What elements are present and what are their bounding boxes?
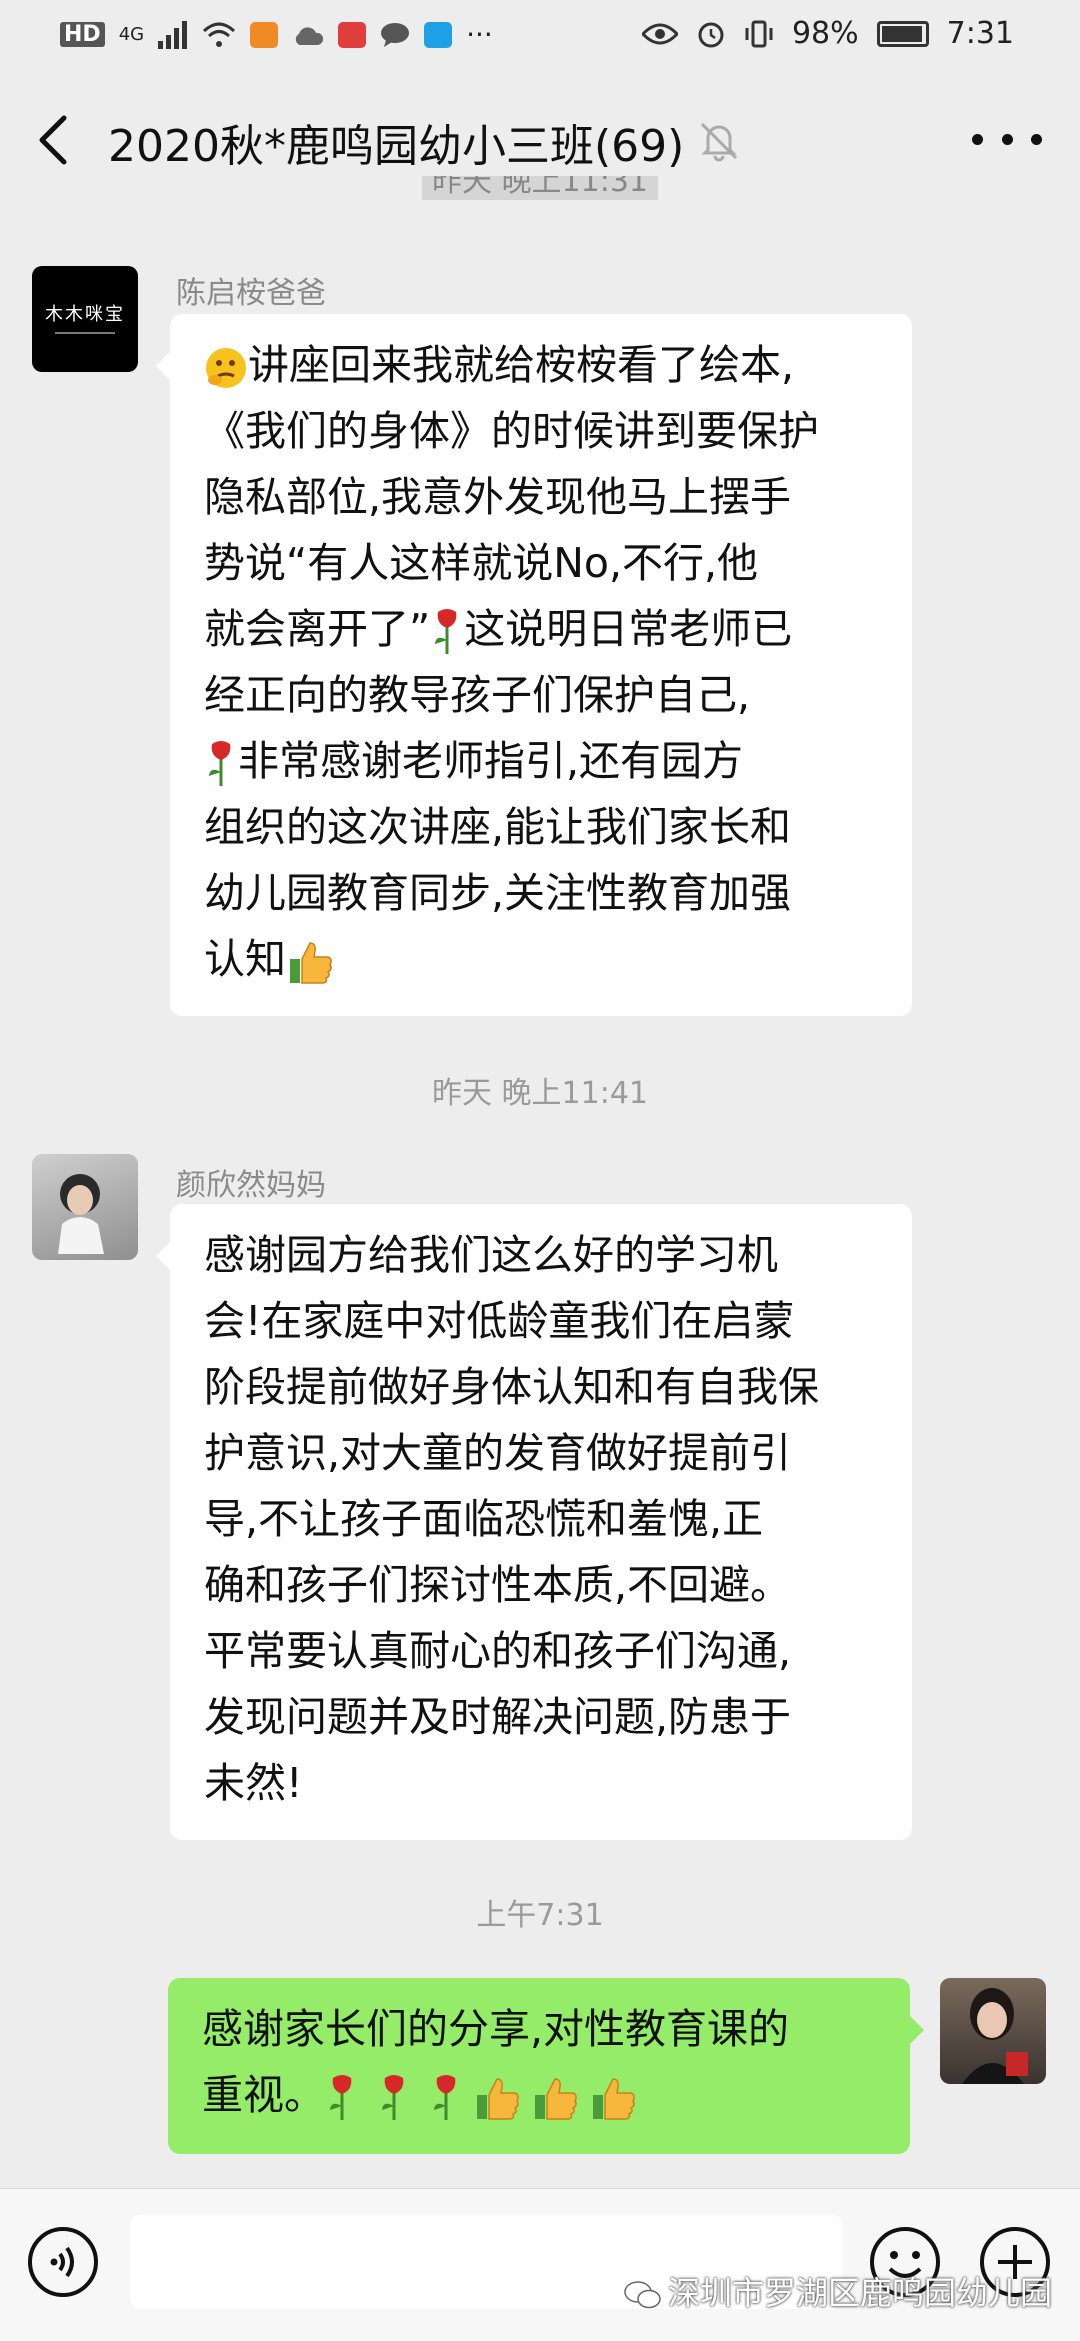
back-arrow-icon[interactable]	[30, 110, 80, 170]
message-line: 平常要认真耐心的和孩子们沟通,	[204, 1627, 792, 1675]
message-line: 导,不让孩子面临恐慌和羞愧,正	[204, 1495, 764, 1543]
hd-indicator: HD	[60, 22, 105, 47]
child-photo-icon	[58, 1174, 104, 1254]
rose-emoji-icon	[435, 609, 457, 654]
cloud-icon	[295, 26, 324, 45]
message-line: 讲座回来我就给桉桉看了绘本,	[204, 332, 884, 398]
message-bubble[interactable]: 讲座回来我就给桉桉看了绘本, 《我们的身体》的时候讲到要保护 隐私部位,我意外发…	[156, 314, 912, 1016]
timestamp: 上午7:31	[476, 1898, 604, 1933]
watermark: 深圳市罗湖区鹿鸣园幼儿园	[624, 2268, 1052, 2314]
message-line: 经正向的教导孩子们保护自己,	[204, 671, 751, 719]
book-app-icon	[338, 21, 367, 48]
status-right: 98% 7:31	[641, 16, 1014, 51]
avatar-logo-text: 木木咪宝	[45, 304, 125, 325]
status-left: HD 4G ···	[60, 18, 493, 51]
rose-emoji-icon	[434, 2075, 456, 2120]
vibrate-icon	[745, 20, 773, 47]
more-notifications-icon: ···	[466, 18, 493, 51]
message-line: 未然!	[204, 1759, 303, 1807]
chat-title: 2020秋*鹿鸣园幼小三班(69)	[108, 121, 685, 172]
thumbs-up-emoji-icon	[477, 2078, 519, 2120]
message-line: 认知	[204, 926, 884, 992]
message-line: 护意识,对大童的发育做好提前引	[204, 1429, 792, 1477]
battery-percentage: 98%	[791, 16, 859, 51]
timestamp-cut: 昨天 晚上11:31	[0, 176, 1080, 206]
message-line: 非常感谢老师指引,还有园方	[204, 728, 884, 794]
more-options-button[interactable]	[972, 116, 1042, 162]
message-line: 组织的这次讲座,能让我们家长和	[204, 803, 792, 851]
my-message-bubble[interactable]: 感谢家长们的分享,对性教育课的 重视。	[168, 1978, 924, 2154]
woman-photo-icon	[962, 1988, 1028, 2084]
thumbs-up-emoji-icon	[290, 942, 332, 984]
signal-icon	[158, 20, 188, 49]
message-line: 就会离开了” 这说明日常老师已	[204, 596, 884, 662]
thumbs-up-emoji-icon	[535, 2078, 577, 2120]
thinking-emoji-icon	[206, 348, 246, 388]
my-avatar[interactable]	[940, 1978, 1046, 2084]
avatar[interactable]: 木木咪宝	[32, 266, 138, 372]
network-indicator: 4G	[118, 24, 145, 45]
timestamp: 昨天 晚上11:41	[432, 1076, 648, 1111]
sender-name: 颜欣然妈妈	[176, 1168, 326, 1203]
wechat-logo-icon	[624, 2281, 661, 2309]
wifi-icon	[203, 22, 236, 47]
message-line: 幼儿园教育同步,关注性教育加强	[204, 869, 792, 917]
message-line: 确和孩子们探讨性本质,不回避。	[204, 1561, 792, 1609]
eye-icon	[641, 23, 678, 44]
message-line: 阶段提前做好身体认知和有自我保	[204, 1363, 819, 1411]
rose-emoji-icon	[330, 2075, 352, 2120]
sender-name: 陈启桉爸爸	[176, 276, 326, 311]
voice-input-icon[interactable]	[26, 2225, 100, 2299]
battery-icon	[876, 20, 929, 47]
alarm-icon	[698, 22, 724, 47]
message-line: 重视。	[202, 2062, 882, 2128]
message-line: 《我们的身体》的时候讲到要保护	[204, 407, 819, 455]
message-line: 发现问题并及时解决问题,防患于	[204, 1693, 792, 1741]
uc-app-icon	[250, 21, 279, 48]
message-line: 会!在家庭中对低龄童我们在启蒙	[204, 1297, 795, 1345]
message-line: 感谢园方给我们这么好的学习机	[204, 1231, 778, 1279]
status-time: 7:31	[946, 16, 1014, 51]
message-line: 感谢家长们的分享,对性教育课的	[202, 2005, 790, 2053]
status-bar: HD 4G ··· 98% 7:31	[0, 0, 1080, 72]
avatar[interactable]	[32, 1154, 138, 1260]
rose-emoji-icon	[209, 741, 231, 786]
message-bubble[interactable]: 感谢园方给我们这么好的学习机 会!在家庭中对低龄童我们在启蒙 阶段提前做好身体认…	[156, 1204, 912, 1840]
message-icon	[381, 22, 410, 47]
bulb-app-icon	[424, 21, 453, 48]
message-line: 隐私部位,我意外发现他马上摆手	[204, 473, 792, 521]
rose-emoji-icon	[382, 2075, 404, 2120]
muted-bell-icon	[700, 122, 738, 162]
message-line: 势说“有人这样就说No,不行,他	[204, 539, 759, 587]
chat-input-bar	[0, 2188, 1080, 2341]
thumbs-up-emoji-icon	[593, 2078, 635, 2120]
